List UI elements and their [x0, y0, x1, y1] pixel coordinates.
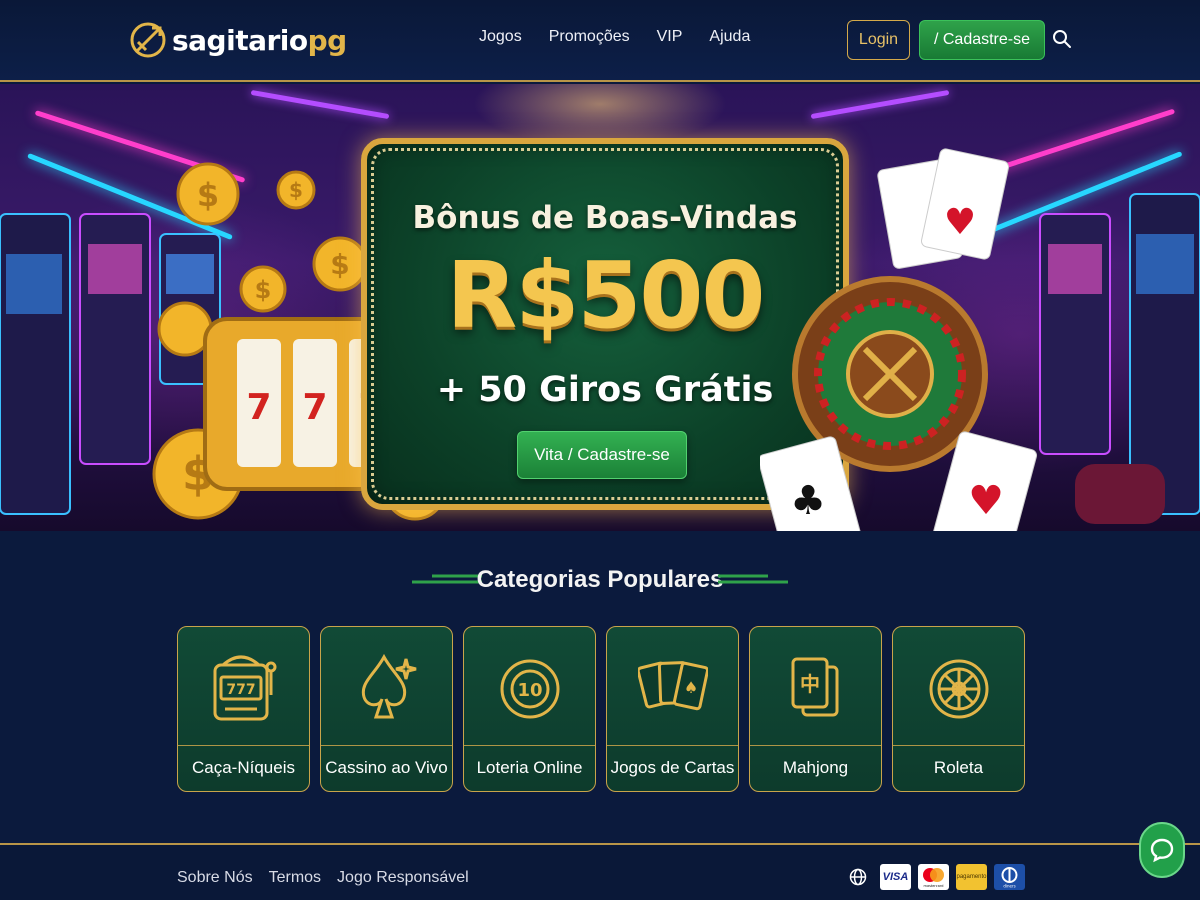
diners-label: diners	[1003, 884, 1015, 889]
footer-link-jogo-responsavel[interactable]: Jogo Responsável	[337, 869, 469, 887]
svg-text:♥: ♥	[944, 202, 976, 243]
brand-name-part2: pg	[307, 23, 348, 57]
category-card-caca-niqueis[interactable]: 777 Caça-Níqueis	[177, 626, 310, 792]
neon-light	[250, 89, 390, 120]
card-divider	[178, 745, 309, 746]
svg-text:7: 7	[246, 387, 271, 428]
lottery-ball-icon: 10	[500, 659, 560, 719]
svg-text:♠: ♠	[684, 678, 698, 697]
category-label: Roleta	[933, 758, 984, 777]
spade-icon	[361, 653, 417, 719]
footer-link-sobre-nos[interactable]: Sobre Nós	[177, 869, 253, 887]
mahjong-tile-icon: 中	[791, 657, 839, 717]
live-chat-button[interactable]	[1139, 822, 1185, 878]
site-header: sagitariopg Jogos Promoções VIP Ajuda Lo…	[0, 0, 1200, 82]
nav-item-vip[interactable]: VIP	[657, 28, 683, 46]
category-card-mahjong[interactable]: 中 Mahjong	[749, 626, 882, 792]
mastercard-payment-icon: mastercard	[918, 864, 949, 890]
svg-text:♥: ♥	[968, 478, 1004, 524]
visa-label: VISA	[882, 871, 909, 883]
pagamento-label: pagamento	[956, 874, 987, 880]
card-divider	[893, 745, 1024, 746]
roulette-icon	[929, 659, 989, 719]
mastercard-label: mastercard	[924, 884, 944, 888]
sagittarius-logo-icon	[130, 22, 166, 58]
section-title: Categorias Populares	[476, 566, 724, 593]
card-divider	[607, 745, 738, 746]
nav-item-ajuda[interactable]: Ajuda	[709, 28, 750, 46]
category-card-loteria-online[interactable]: 10 Loteria Online	[463, 626, 596, 792]
svg-text:777: 777	[226, 682, 255, 698]
category-label: Cassino ao Vivo	[325, 758, 448, 777]
pagamento-payment-icon: pagamento	[956, 864, 987, 890]
brand-name: sagitariopg	[172, 24, 347, 57]
svg-text:10: 10	[517, 680, 542, 701]
diners-payment-icon: diners	[994, 864, 1025, 890]
main-nav: Jogos Promoções VIP Ajuda	[479, 28, 777, 46]
svg-text:中: 中	[800, 672, 820, 696]
roulette-cards-illustration: ♥ ♣ ♥	[760, 148, 1038, 531]
svg-text:7: 7	[302, 387, 327, 428]
site-footer: Sobre Nós Termos Jogo Responsável VISA m…	[0, 845, 1200, 900]
search-icon[interactable]	[1052, 29, 1072, 49]
neon-light	[810, 89, 950, 120]
category-grid: 777 Caça-Níqueis Cassino ao Vivo 10 Lote…	[177, 626, 1025, 792]
card-divider	[750, 745, 881, 746]
chat-bubble-icon	[1150, 838, 1174, 863]
mastercard-logo: mastercard	[923, 868, 944, 888]
playing-cards-icon: ♠	[638, 661, 708, 711]
globe-icon[interactable]	[849, 868, 867, 886]
slot-machine-icon: 777	[213, 655, 277, 721]
signup-button[interactable]: / Cadastre-se	[919, 20, 1045, 60]
svg-text:$: $	[330, 248, 349, 281]
hero-banner[interactable]: $ $ $ $ $ 777 $ Bônus de Boas-Vindas R$5…	[0, 84, 1200, 531]
footer-link-termos[interactable]: Termos	[269, 869, 321, 887]
category-card-jogos-de-cartas[interactable]: ♠ Jogos de Cartas	[606, 626, 739, 792]
brand-logo[interactable]: sagitariopg	[128, 12, 347, 68]
diners-logo: diners	[1001, 867, 1018, 889]
svg-text:$: $	[289, 178, 303, 202]
brand-name-part1: sagitario	[172, 23, 308, 57]
card-divider	[321, 745, 452, 746]
nav-item-jogos[interactable]: Jogos	[479, 28, 522, 46]
visa-payment-icon: VISA	[880, 864, 911, 890]
title-decoration-right	[718, 574, 788, 584]
hero-signup-button[interactable]: Vita / Cadastre-se	[517, 431, 687, 479]
category-card-roleta[interactable]: Roleta	[892, 626, 1025, 792]
category-card-cassino-ao-vivo[interactable]: Cassino ao Vivo	[320, 626, 453, 792]
footer-links: Sobre Nós Termos Jogo Responsável	[177, 869, 485, 887]
category-label: Mahjong	[782, 758, 849, 777]
login-button[interactable]: Login	[847, 20, 910, 60]
svg-text:♣: ♣	[790, 478, 826, 524]
category-label: Jogos de Cartas	[610, 758, 735, 777]
category-label: Loteria Online	[476, 758, 583, 777]
card-divider	[464, 745, 595, 746]
svg-text:$: $	[197, 176, 219, 214]
category-label: Caça-Níqueis	[192, 758, 295, 777]
nav-item-promocoes[interactable]: Promoções	[549, 28, 630, 46]
